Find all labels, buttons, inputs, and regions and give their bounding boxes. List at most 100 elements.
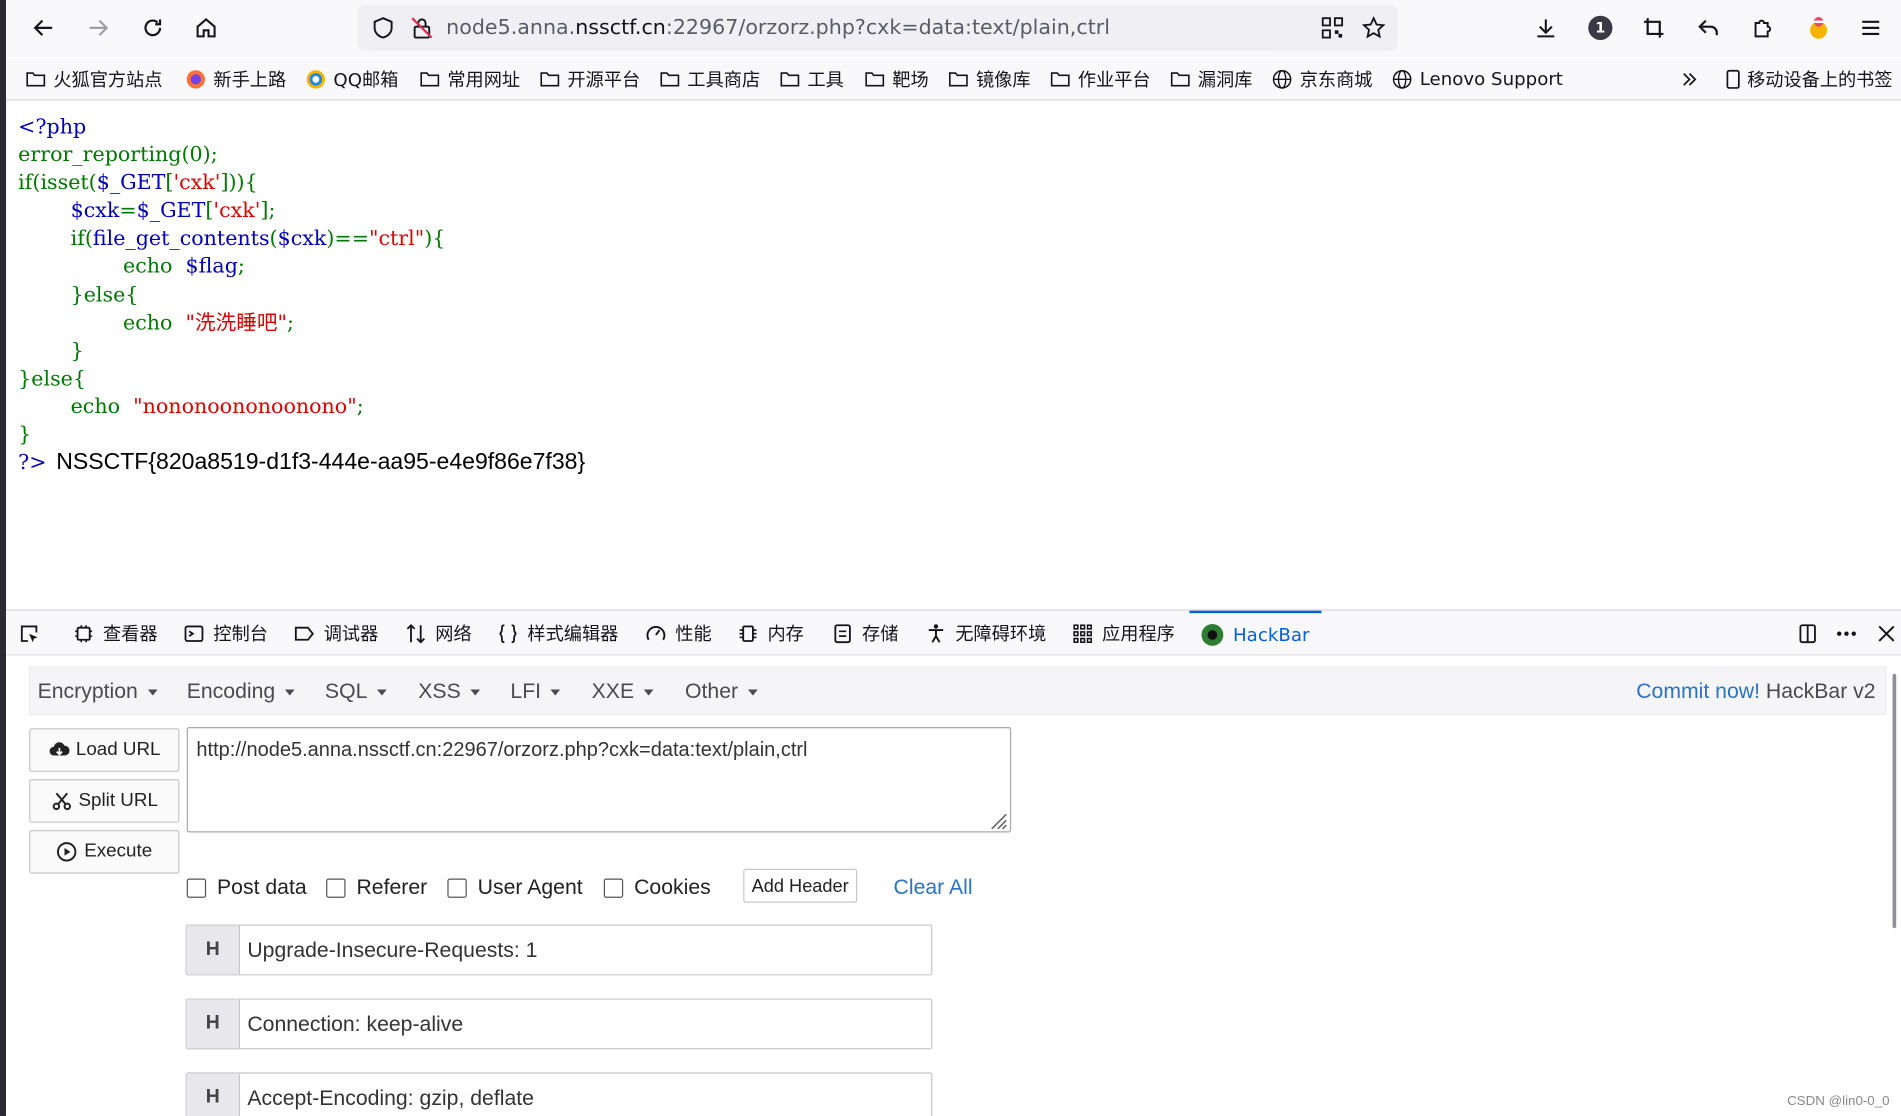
caret-down-icon [550, 689, 561, 696]
header-value[interactable]: Upgrade-Insecure-Requests: 1 [240, 926, 545, 974]
code-token: file_get_contents [92, 227, 270, 252]
menu-encryption[interactable]: Encryption [38, 679, 158, 704]
caret-down-icon [747, 689, 758, 696]
scrollbar[interactable] [1892, 673, 1897, 929]
bookmark-item[interactable]: 新手上路 [185, 65, 286, 92]
profile-avatar-button[interactable] [1800, 10, 1836, 46]
element-picker-button[interactable] [18, 611, 48, 656]
code-token: )== [326, 227, 369, 252]
header-tag[interactable]: H [186, 925, 241, 975]
more-options-button[interactable] [1836, 611, 1866, 656]
bookmark-item[interactable]: 工具 [780, 65, 844, 92]
tab-hackbar[interactable]: HackBar [1189, 610, 1322, 656]
address-bar[interactable]: node5.anna.nssctf.cn:22967/orzorz.php?cx… [357, 4, 1398, 51]
commit-now-link[interactable]: Commit now! [1636, 679, 1760, 703]
menu-button[interactable] [1853, 10, 1889, 46]
menu-xxe[interactable]: XXE [592, 679, 654, 704]
folder-icon [540, 71, 560, 86]
header-tag[interactable]: H [186, 999, 241, 1049]
bookmark-item[interactable]: 火狐官方站点 [25, 65, 162, 92]
close-icon [1878, 625, 1895, 642]
url-text[interactable]: node5.anna.nssctf.cn:22967/orzorz.php?cx… [446, 16, 1110, 40]
bookmark-item[interactable]: 镜像库 [948, 65, 1031, 92]
globe-icon [1392, 69, 1412, 89]
cookies-checkbox[interactable]: Cookies [603, 875, 711, 900]
bookmark-item[interactable]: 常用网址 [419, 65, 520, 92]
header-tag[interactable]: H [186, 1073, 241, 1116]
post-data-checkbox[interactable]: Post data [186, 875, 307, 900]
load-url-button[interactable]: Load URL [29, 728, 180, 772]
checkbox-label: Referer [356, 874, 428, 900]
arrow-left-icon [33, 19, 53, 36]
tab-inspector[interactable]: 查看器 [73, 611, 158, 656]
checkbox-box[interactable] [326, 877, 346, 898]
element-picker-icon [20, 624, 38, 642]
mobile-bookmarks[interactable]: 移动设备上的书签 [1723, 65, 1893, 92]
tab-accessibility[interactable]: 无障碍环境 [925, 611, 1046, 656]
menu-sql[interactable]: SQL [325, 679, 387, 704]
star-icon[interactable] [1361, 16, 1386, 40]
bookmark-item[interactable]: 作业平台 [1050, 65, 1151, 92]
qr-code-icon[interactable] [1320, 16, 1344, 40]
notification-button[interactable]: 1 [1582, 10, 1618, 46]
code-token: echo [70, 394, 134, 420]
bookmark-item[interactable]: 京东商城 [1272, 65, 1372, 92]
tab-network[interactable]: 网络 [405, 611, 472, 656]
folder-icon [1170, 71, 1190, 86]
tab-label: 调试器 [323, 622, 379, 645]
menu-encoding[interactable]: Encoding [187, 679, 295, 704]
bookmark-item[interactable]: 漏洞库 [1170, 65, 1252, 92]
url-textarea[interactable]: http://node5.anna.nssctf.cn:22967/orzorz… [186, 727, 1012, 833]
resize-grip-icon[interactable] [986, 808, 1008, 830]
tab-storage[interactable]: 存储 [832, 611, 898, 656]
tab-memory[interactable]: 内存 [737, 611, 804, 656]
tab-performance[interactable]: 性能 [645, 611, 712, 656]
shield-icon[interactable] [371, 16, 395, 40]
tab-application[interactable]: 应用程序 [1072, 611, 1175, 656]
undo-button[interactable] [1690, 10, 1726, 46]
checkbox-box[interactable] [186, 877, 207, 898]
bookmark-item[interactable]: 靶场 [864, 65, 929, 92]
code-line: } [18, 338, 84, 364]
reload-button[interactable] [135, 10, 171, 46]
add-header-button[interactable]: Add Header [743, 868, 858, 903]
menu-lfi[interactable]: LFI [510, 679, 561, 704]
extensions-button[interactable] [1745, 10, 1781, 46]
scissors-icon [52, 792, 71, 811]
checkbox-box[interactable] [447, 877, 467, 898]
menu-xss[interactable]: XSS [418, 679, 481, 704]
devtools-tabbar: 查看器 控制台 调试器 网络 样式编辑器 性能 内存 存储 无障碍环境 应用程序… [6, 610, 1901, 656]
dock-button[interactable] [1797, 611, 1827, 656]
clear-all-link[interactable]: Clear All [894, 875, 973, 900]
tab-console[interactable]: 控制台 [183, 611, 268, 656]
header-value[interactable]: Accept-Encoding: gzip, deflate [240, 1074, 541, 1116]
bookmark-label: 漏洞库 [1197, 68, 1253, 91]
execute-button[interactable]: Execute [29, 830, 180, 874]
console-icon [184, 624, 204, 642]
close-devtools-button[interactable] [1876, 611, 1901, 656]
bookmark-item[interactable]: 工具商店 [660, 65, 760, 92]
network-icon [406, 623, 425, 643]
tab-debugger[interactable]: 调试器 [293, 611, 378, 656]
code-token: if(isset( [18, 171, 97, 196]
avatar-icon [1810, 16, 1828, 39]
downloads-button[interactable] [1528, 10, 1564, 46]
insecure-lock-icon[interactable] [410, 16, 434, 40]
screenshot-button[interactable] [1636, 10, 1672, 46]
tab-style-editor[interactable]: 样式编辑器 [497, 611, 618, 656]
home-button[interactable] [188, 10, 224, 46]
checkbox-box[interactable] [603, 877, 624, 898]
split-url-button[interactable]: Split URL [29, 779, 180, 823]
referer-checkbox[interactable]: Referer [326, 875, 427, 900]
forward-button[interactable] [80, 10, 116, 46]
bookmark-item[interactable]: 开源平台 [540, 65, 640, 92]
more-bookmarks-button[interactable] [1679, 65, 1707, 92]
menu-other[interactable]: Other [685, 679, 758, 704]
bookmark-item[interactable]: Lenovo Support [1392, 65, 1563, 92]
bookmark-label: Lenovo Support [1419, 67, 1563, 90]
back-button[interactable] [25, 10, 61, 46]
bookmark-item[interactable]: QQ邮箱 [306, 65, 398, 92]
code-token: [ [205, 199, 214, 224]
user-agent-checkbox[interactable]: User Agent [447, 875, 583, 900]
header-value[interactable]: Connection: keep-alive [240, 1000, 470, 1048]
